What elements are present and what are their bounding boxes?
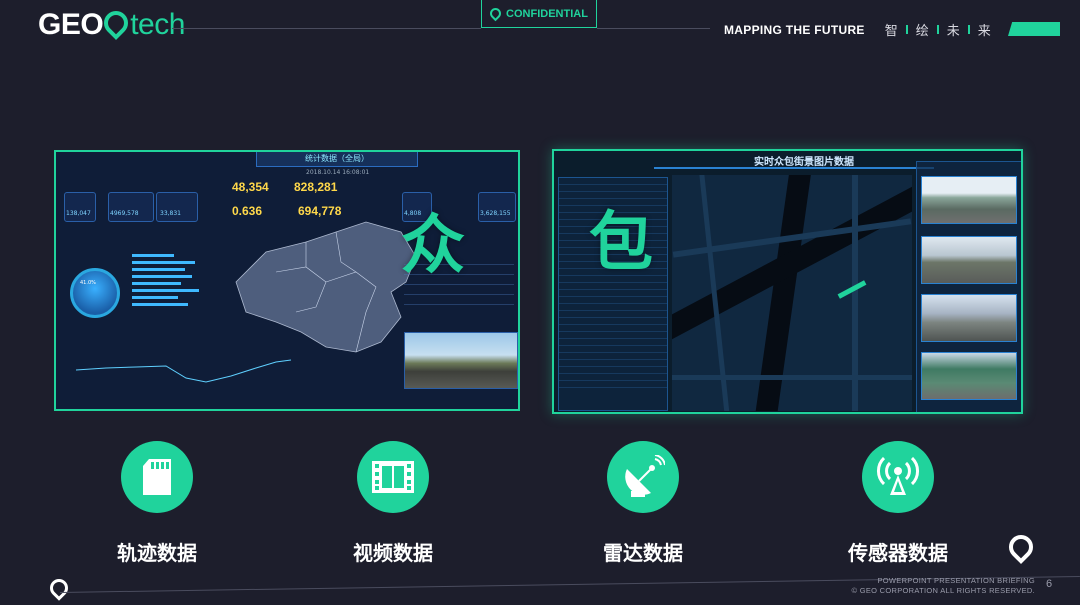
logo-tech-text: tech xyxy=(130,8,185,41)
dashboard-title: 统计数据（全局） xyxy=(256,152,418,167)
footer-line-1: POWERPOINT PRESENTATION BRIEFING xyxy=(877,576,1035,585)
sd-card-icon xyxy=(143,459,171,495)
street-photo-list xyxy=(916,161,1021,412)
radar-dish-icon xyxy=(625,455,665,497)
feature-video-data: 视频数据 xyxy=(328,441,458,566)
map-screenshot: 实时众包街景图片数据 包 xyxy=(552,149,1023,414)
completion-gauge xyxy=(70,268,120,318)
tagline-separator xyxy=(905,25,908,34)
stat-value: 33,831 xyxy=(160,210,181,217)
signal-tower-icon xyxy=(877,457,919,495)
tagline-english: MAPPING THE FUTURE xyxy=(724,22,865,37)
feature-trajectory-data: 轨迹数据 xyxy=(92,441,222,566)
feature-label: 轨迹数据 xyxy=(117,541,197,565)
location-pin-icon xyxy=(487,5,504,22)
gauge-value: 41.0% xyxy=(80,280,96,286)
overlay-character: 包 xyxy=(589,206,653,280)
tagline-char: 智 xyxy=(884,23,898,38)
location-pin-icon xyxy=(1004,530,1038,564)
dashboard-screenshot: 统计数据（全局） 2018.10.14 16:08:01 138,047 496… xyxy=(54,150,520,411)
confidential-badge: CONFIDENTIAL xyxy=(481,0,597,28)
feature-sensor-data: 传感器数据 xyxy=(833,441,963,566)
street-photo xyxy=(921,294,1017,342)
header-divider-right xyxy=(597,28,710,29)
stat-box xyxy=(478,192,516,222)
tagline: MAPPING THE FUTURE 智 绘 未 来 xyxy=(724,20,991,39)
street-photo xyxy=(921,352,1017,400)
tagline-char: 未 xyxy=(946,23,960,38)
location-pin-icon xyxy=(46,575,72,601)
page-number: 6 xyxy=(1046,578,1053,590)
stat-value: 138,047 xyxy=(66,210,91,217)
dashboard-date: 2018.10.14 16:08:01 xyxy=(306,169,370,176)
street-photo xyxy=(921,236,1017,284)
header-divider-left xyxy=(172,28,481,29)
tagline-char: 绘 xyxy=(915,23,929,38)
confidential-label: CONFIDENTIAL xyxy=(506,7,588,20)
feature-label: 视频数据 xyxy=(353,541,433,565)
street-photo xyxy=(921,176,1017,224)
trend-line-chart xyxy=(75,359,292,383)
stat-big-number: 828,281 xyxy=(294,180,338,194)
tagline-separator xyxy=(967,25,970,34)
tagline-accent-bar xyxy=(1008,22,1060,36)
stat-value: 4969,578 xyxy=(110,210,139,217)
tagline-char: 来 xyxy=(977,23,991,38)
bar-list xyxy=(132,254,202,334)
stat-box xyxy=(64,192,96,222)
footer-line-2: © GEO CORPORATION ALL RIGHTS RESERVED. xyxy=(851,586,1035,595)
stat-value: 3,628,155 xyxy=(480,210,511,217)
feature-label: 传感器数据 xyxy=(848,541,948,565)
road-photo-thumbnail xyxy=(404,332,518,389)
film-strip-icon xyxy=(372,461,414,493)
stat-box xyxy=(108,192,154,222)
brand-logo: GEO tech xyxy=(38,6,185,42)
stat-big-number: 48,354 xyxy=(232,180,269,194)
feature-label: 雷达数据 xyxy=(603,541,683,565)
footer-copyright: POWERPOINT PRESENTATION BRIEFING © GEO C… xyxy=(852,576,1036,596)
tagline-separator xyxy=(936,25,939,34)
feature-radar-data: 雷达数据 xyxy=(578,441,708,566)
logo-geo-text: GEO xyxy=(38,8,104,41)
location-pin-icon xyxy=(99,6,134,40)
map-title: 实时众包街景图片数据 xyxy=(754,157,854,168)
street-map xyxy=(672,175,912,411)
stat-box xyxy=(156,192,198,222)
overlay-character: 众 xyxy=(401,209,465,283)
